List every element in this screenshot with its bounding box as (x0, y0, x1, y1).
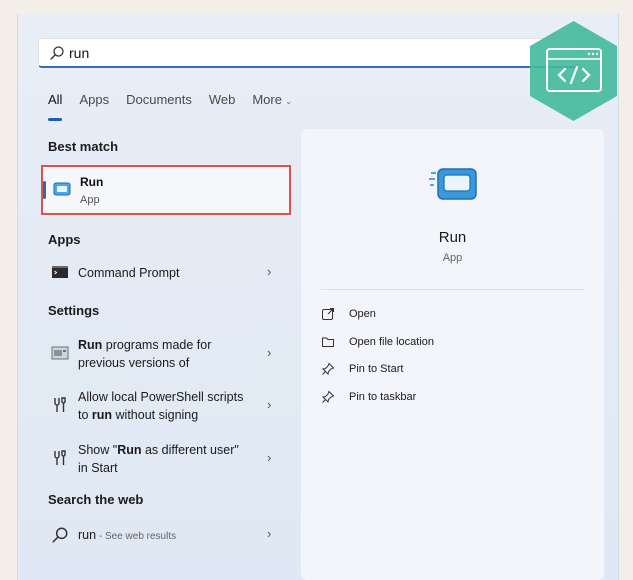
search-input[interactable] (69, 43, 549, 63)
run-app-icon (53, 182, 71, 196)
developer-settings-icon (54, 450, 66, 465)
chevron-right-icon: › (267, 345, 272, 360)
app-item-label: Command Prompt (78, 266, 180, 280)
tab-all[interactable]: All (48, 92, 63, 121)
settings-item-line1: Allow local PowerShell scripts (78, 390, 244, 404)
detail-title: Run (438, 229, 467, 246)
search-box[interactable] (38, 38, 578, 68)
search-tabs: All Apps Documents Web More ⌄ (48, 92, 310, 121)
open-icon (322, 308, 334, 320)
chevron-right-icon: › (267, 526, 272, 541)
settings-item-text: programs made for (102, 338, 212, 352)
settings-item-powershell[interactable]: Allow local PowerShell scripts to run wi… (41, 386, 291, 426)
settings-item-text: to (78, 408, 92, 422)
folder-icon (322, 337, 334, 347)
tab-documents[interactable]: Documents (126, 92, 192, 116)
tab-more[interactable]: More ⌄ (252, 92, 292, 116)
settings-item-line1: Run programs made for (78, 336, 211, 354)
action-open[interactable]: Open (321, 307, 521, 323)
search-icon (50, 46, 64, 60)
settings-item-compatibility[interactable]: Run programs made for previous versions … (41, 334, 291, 374)
settings-item-line2: in Start (78, 461, 118, 475)
command-prompt-icon (52, 266, 68, 278)
selection-indicator (43, 181, 46, 199)
chevron-right-icon: › (267, 264, 272, 279)
match-highlight: Run (78, 338, 103, 352)
web-search-item[interactable]: run - See web results › (41, 524, 291, 546)
action-open-file-location[interactable]: Open file location (321, 335, 521, 351)
match-highlight: Run (117, 443, 142, 457)
action-pin-to-start[interactable]: Pin to Start (321, 362, 521, 378)
pin-icon (321, 362, 335, 376)
detail-subtitle: App (442, 252, 463, 264)
chevron-down-icon: ⌄ (284, 96, 293, 106)
action-label: Pin to Start (349, 363, 404, 375)
action-label: Open (349, 308, 376, 320)
web-search-query: run (78, 528, 97, 542)
site-logo-icon (530, 21, 617, 121)
section-best-match: Best match (48, 139, 119, 154)
settings-item-text: without signing (112, 408, 199, 422)
chevron-right-icon: › (267, 397, 272, 412)
section-settings: Settings (48, 303, 100, 318)
best-match-title: Run (80, 175, 104, 189)
chevron-right-icon: › (267, 450, 272, 465)
section-search-web: Search the web (48, 492, 144, 507)
best-match-subtitle: App (80, 194, 100, 206)
tab-more-label: More (252, 92, 282, 107)
settings-item-line1: Show "Run as different user" (78, 441, 239, 459)
tab-apps[interactable]: Apps (79, 92, 109, 116)
action-label: Open file location (349, 336, 434, 348)
section-apps: Apps (48, 232, 81, 247)
action-pin-to-taskbar[interactable]: Pin to taskbar (321, 390, 521, 406)
settings-item-text: Show " (78, 443, 118, 457)
detail-divider (321, 289, 585, 290)
web-search-text: run - See web results (78, 526, 176, 546)
detail-pane: Run App Open Open file location Pin to S… (301, 129, 604, 580)
settings-item-text: as different user" (141, 443, 239, 457)
search-icon (52, 527, 68, 543)
web-search-suffix: - See web results (96, 531, 177, 542)
match-highlight: run (91, 408, 113, 422)
app-item-command-prompt[interactable]: Command Prompt › (41, 262, 291, 284)
pin-icon (321, 390, 335, 404)
best-match-run[interactable]: Run App (41, 165, 291, 215)
action-label: Pin to taskbar (349, 391, 417, 403)
compatibility-icon (51, 346, 69, 360)
settings-item-line2: previous versions of (78, 356, 190, 370)
settings-item-run-as-user[interactable]: Show "Run as different user" in Start › (41, 439, 291, 479)
settings-item-line2: to run without signing (78, 406, 198, 424)
developer-settings-icon (54, 397, 66, 412)
tab-web[interactable]: Web (209, 92, 236, 116)
run-app-icon (429, 168, 477, 200)
